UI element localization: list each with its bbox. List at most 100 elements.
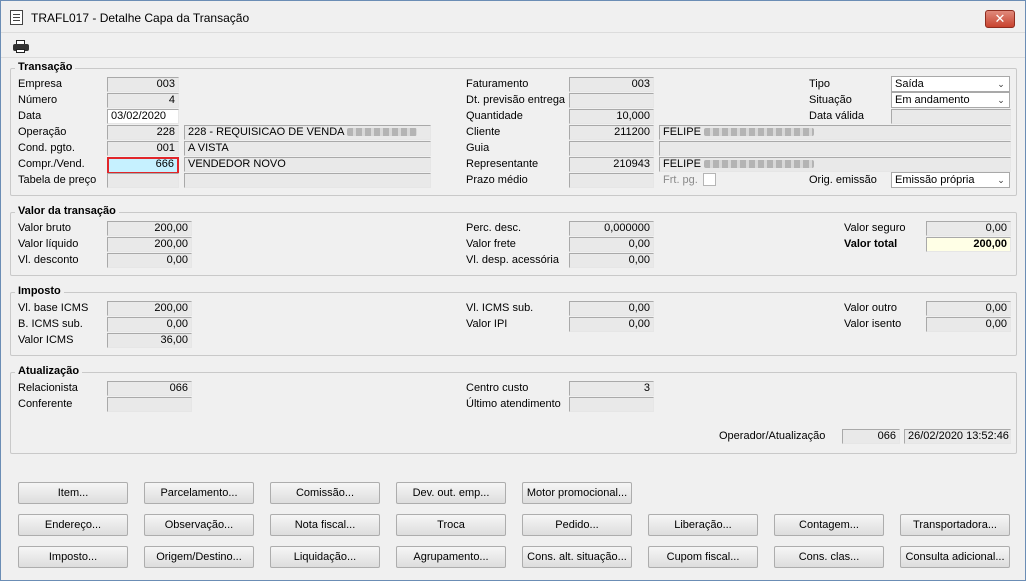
troca-button[interactable]: Troca — [396, 514, 506, 536]
group-title-transacao: Transação — [15, 61, 76, 73]
vl-desconto-label: Vl. desconto — [18, 254, 79, 266]
valor-icms-field: 36,00 — [107, 333, 192, 348]
empresa-label: Empresa — [18, 78, 63, 90]
compr-vend-code-field[interactable]: 666 — [107, 157, 179, 174]
tipo-select[interactable]: Saída ⌄ — [891, 76, 1010, 92]
centro-custo-label: Centro custo — [466, 382, 529, 394]
ultimo-atendimento-field — [569, 397, 654, 412]
chevron-down-icon: ⌄ — [993, 173, 1009, 187]
consulta-adicional-button[interactable]: Consulta adicional... — [900, 546, 1010, 568]
item-button[interactable]: Item... — [18, 482, 128, 504]
situacao-label: Situação — [809, 94, 852, 106]
origem-destino-button[interactable]: Origem/Destino... — [144, 546, 254, 568]
valor-outro-label: Valor outro — [844, 302, 897, 314]
valor-outro-field: 0,00 — [926, 301, 1011, 316]
group-title-imposto: Imposto — [15, 285, 64, 297]
contagem-button[interactable]: Contagem... — [774, 514, 884, 536]
motor-promocional-button[interactable]: Motor promocional... — [522, 482, 632, 504]
b-icms-sub-field: 0,00 — [107, 317, 192, 332]
conferente-field — [107, 397, 192, 412]
agrupamento-button[interactable]: Agrupamento... — [396, 546, 506, 568]
cond-pgto-code-field: 001 — [107, 141, 179, 156]
data-field[interactable]: 03/02/2020 — [107, 109, 179, 124]
valor-total-label: Valor total — [844, 238, 898, 250]
observacao-button[interactable]: Observação... — [144, 514, 254, 536]
relacionista-label: Relacionista — [18, 382, 78, 394]
window-title: TRAFL017 - Detalhe Capa da Transação — [31, 11, 250, 25]
tipo-label: Tipo — [809, 78, 830, 90]
base-icms-field: 200,00 — [107, 301, 192, 316]
valor-total-field: 200,00 — [926, 237, 1011, 252]
pedido-button[interactable]: Pedido... — [522, 514, 632, 536]
cons-clas-button[interactable]: Cons. clas... — [774, 546, 884, 568]
toolbar — [1, 34, 1025, 58]
nota-fiscal-button[interactable]: Nota fiscal... — [270, 514, 380, 536]
transportadora-button[interactable]: Transportadora... — [900, 514, 1010, 536]
orig-emissao-value: Emissão própria — [895, 174, 975, 186]
operador-field: 066 — [842, 429, 900, 444]
tabela-preco-code-field — [107, 173, 179, 188]
perc-desc-field: 0,000000 — [569, 221, 654, 236]
operacao-label: Operação — [18, 126, 67, 138]
numero-field: 4 — [107, 93, 179, 108]
cons-alt-situacao-button[interactable]: Cons. alt. situação... — [522, 546, 632, 568]
icms-sub-field: 0,00 — [569, 301, 654, 316]
centro-custo-field: 3 — [569, 381, 654, 396]
data-valida-label: Data válida — [809, 110, 865, 122]
title-bar: TRAFL017 - Detalhe Capa da Transação ✕ — [1, 1, 1025, 33]
b-icms-sub-label: B. ICMS sub. — [18, 318, 83, 330]
valor-frete-label: Valor frete — [466, 238, 516, 250]
data-valida-field — [891, 109, 1011, 124]
representante-code-field: 210943 — [569, 157, 654, 172]
app-window: TRAFL017 - Detalhe Capa da Transação ✕ T… — [0, 0, 1026, 581]
cupom-fiscal-button[interactable]: Cupom fiscal... — [648, 546, 758, 568]
cliente-desc-text: FELIPE — [663, 126, 701, 138]
liquidacao-button[interactable]: Liquidação... — [270, 546, 380, 568]
endereco-button[interactable]: Endereço... — [18, 514, 128, 536]
prazo-medio-field — [569, 173, 654, 188]
frt-pg-checkbox[interactable] — [703, 173, 716, 186]
operacao-desc-text: 228 - REQUISICAO DE VENDA — [188, 126, 344, 138]
situacao-select[interactable]: Em andamento ⌄ — [891, 92, 1010, 108]
dt-previsao-label: Dt. previsão entrega — [466, 94, 566, 106]
orig-emissao-select[interactable]: Emissão própria ⌄ — [891, 172, 1010, 188]
guia-desc-field — [659, 141, 1011, 156]
imposto-button[interactable]: Imposto... — [18, 546, 128, 568]
faturamento-field: 003 — [569, 77, 654, 92]
cliente-desc-field: FELIPE — [659, 125, 1011, 140]
prazo-medio-label: Prazo médio — [466, 174, 528, 186]
close-button[interactable]: ✕ — [985, 10, 1015, 28]
desp-acessoria-field: 0,00 — [569, 253, 654, 268]
tipo-value: Saída — [895, 78, 924, 90]
compr-vend-desc-field: VENDEDOR NOVO — [184, 157, 431, 172]
guia-label: Guia — [466, 142, 490, 154]
frt-pg-label: Frt. pg. — [663, 174, 698, 186]
dt-previsao-field — [569, 93, 654, 108]
group-title-atualizacao: Atualização — [15, 365, 83, 377]
cond-pgto-desc-field: A VISTA — [184, 141, 431, 156]
operacao-desc-field: 228 - REQUISICAO DE VENDA — [184, 125, 431, 140]
vl-desconto-field: 0,00 — [107, 253, 192, 268]
empresa-field: 003 — [107, 77, 179, 92]
printer-icon[interactable] — [13, 40, 29, 53]
dev-out-emp-button[interactable]: Dev. out. emp... — [396, 482, 506, 504]
perc-desc-label: Perc. desc. — [466, 222, 522, 234]
comissao-button[interactable]: Comissão... — [270, 482, 380, 504]
tabela-preco-label: Tabela de preço — [18, 174, 97, 186]
redacted-text — [346, 128, 417, 137]
parcelamento-button[interactable]: Parcelamento... — [144, 482, 254, 504]
situacao-value: Em andamento — [895, 94, 970, 106]
liberacao-button[interactable]: Liberação... — [648, 514, 758, 536]
operador-label: Operador/Atualização — [719, 430, 826, 442]
quantidade-label: Quantidade — [466, 110, 523, 122]
representante-desc-field: FELIPE — [659, 157, 1011, 172]
valor-bruto-field: 200,00 — [107, 221, 192, 236]
atualizacao-datetime-field: 26/02/2020 13:52:46 — [904, 429, 1011, 444]
document-icon — [10, 10, 23, 25]
valor-seguro-label: Valor seguro — [844, 222, 906, 234]
valor-seguro-field: 0,00 — [926, 221, 1011, 236]
data-label: Data — [18, 110, 42, 122]
representante-desc-text: FELIPE — [663, 158, 701, 170]
operacao-code-field: 228 — [107, 125, 179, 140]
valor-isento-field: 0,00 — [926, 317, 1011, 332]
